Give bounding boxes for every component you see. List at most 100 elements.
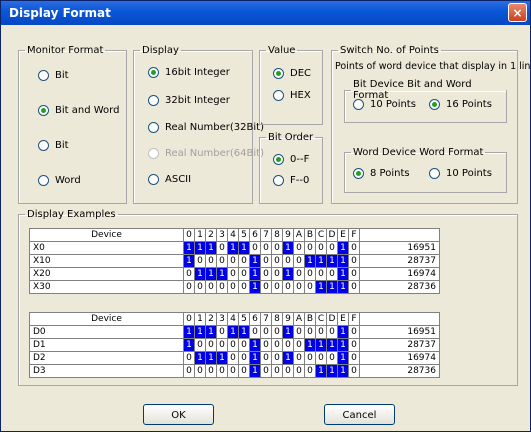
value-cell: 28737 (359, 338, 440, 352)
bit-cell: 0 (271, 241, 283, 255)
bit-cell: 0 (271, 351, 283, 365)
bit-cell: 0 (216, 338, 228, 352)
bit-order-option-f-0[interactable]: F--0 (273, 175, 309, 186)
bit-cell: 0 (183, 364, 195, 378)
title-bar[interactable]: Display Format × (1, 1, 530, 25)
bit-cell: 0 (238, 364, 250, 378)
bit-column-header: 6 (249, 312, 261, 326)
table-row: D1 1 0 0 0 0 0 1 0 0 0 0 1 1 1 1 0 28737 (29, 338, 440, 352)
bit-cell: 0 (315, 351, 327, 365)
bit-cell: 1 (205, 267, 217, 281)
bit-column-header: 6 (249, 228, 261, 242)
table-row: D2 0 1 1 1 0 0 1 0 0 1 0 0 0 0 1 0 16974 (29, 351, 440, 365)
word-device-option-10-points[interactable]: 10 Points (429, 168, 492, 179)
radio-icon (273, 175, 284, 186)
bit-column-header: 0 (183, 312, 195, 326)
table-header-row: Device 0 1 2 3 4 5 6 7 8 9 A B C D E F (29, 228, 440, 242)
bit-column-header: D (326, 312, 338, 326)
display-option-real-number-32bit[interactable]: Real Number(32Bit) (148, 122, 264, 133)
device-cell: X0 (29, 241, 184, 255)
value-option-dec[interactable]: DEC (273, 68, 311, 79)
monitor-format-option-bit-and-word[interactable]: Bit and Word (38, 105, 119, 116)
value-group: Value (259, 45, 323, 125)
monitor-format-option-bit-2[interactable]: Bit (38, 140, 69, 151)
bit-cell: 0 (293, 267, 305, 281)
bit-cell: 1 (337, 241, 349, 255)
bit-column-header: 8 (271, 312, 283, 326)
device-cell: X20 (29, 267, 184, 281)
bit-cell: 1 (249, 338, 261, 352)
bit-column-header: D (326, 228, 338, 242)
bit-cell: 0 (271, 267, 283, 281)
value-legend: Value (268, 45, 296, 56)
radio-icon (38, 175, 49, 186)
bit-cell: 0 (205, 338, 217, 352)
table-header-row: Device 0 1 2 3 4 5 6 7 8 9 A B C D E F (29, 312, 440, 326)
bit-cell: 0 (205, 364, 217, 378)
bit-cell: 1 (282, 351, 294, 365)
bit-column-header: C (315, 228, 327, 242)
value-cell: 16951 (359, 325, 440, 339)
bit-device-option-10-points[interactable]: 10 Points (353, 99, 416, 110)
bit-cell: 0 (216, 241, 228, 255)
bit-column-header: B (304, 312, 316, 326)
table-row: D0 1 1 1 0 1 1 0 0 0 1 0 0 0 0 1 0 16951 (29, 325, 440, 339)
bit-device-legend: Bit Device Bit and Word Format (353, 79, 472, 101)
bit-column-header: B (304, 228, 316, 242)
display-examples-legend: Display Examples (27, 209, 116, 220)
value-option-hex[interactable]: HEX (273, 90, 311, 101)
bit-cell: 0 (304, 351, 316, 365)
bit-cell: 0 (326, 267, 338, 281)
close-button[interactable]: × (508, 3, 527, 22)
bit-device-option-16-points[interactable]: 16 Points (429, 99, 492, 110)
bit-cell: 0 (194, 280, 206, 294)
bit-cell: 0 (271, 338, 283, 352)
bit-cell: 1 (282, 241, 294, 255)
monitor-format-option-bit[interactable]: Bit (38, 70, 69, 81)
table-row: X30 0 0 0 0 0 0 1 0 0 0 0 0 1 1 1 0 28736 (29, 280, 440, 294)
bit-cell: 0 (227, 364, 239, 378)
bit-cell: 0 (260, 351, 272, 365)
bit-cell: 0 (260, 325, 272, 339)
bit-cell: 1 (205, 351, 217, 365)
value-cell: 16974 (359, 267, 440, 281)
bit-cell: 0 (348, 267, 360, 281)
ok-button[interactable]: OK (143, 404, 214, 425)
value-cell: 16951 (359, 241, 440, 255)
table-row: X10 1 0 0 0 0 0 1 0 0 0 0 1 1 1 1 0 28737 (29, 254, 440, 268)
bit-cell: 1 (249, 364, 261, 378)
bit-column-header: 7 (260, 228, 272, 242)
bit-cell: 1 (194, 241, 206, 255)
bit-order-option-0-f[interactable]: 0--F (273, 154, 309, 165)
display-option-16bit-integer[interactable]: 16bit Integer (148, 67, 230, 78)
bit-column-header: A (293, 312, 305, 326)
bit-column-header: 5 (238, 228, 250, 242)
word-device-option-8-points[interactable]: 8 Points (353, 168, 410, 179)
bit-cell: 0 (238, 267, 250, 281)
bit-cell: 1 (227, 325, 239, 339)
bit-column-header: E (337, 312, 349, 326)
bit-cell: 0 (348, 351, 360, 365)
monitor-format-option-word[interactable]: Word (38, 175, 81, 186)
bit-cell: 1 (249, 280, 261, 294)
bit-cell: 0 (304, 325, 316, 339)
cancel-button[interactable]: Cancel (324, 404, 395, 425)
bit-cell: 0 (216, 325, 228, 339)
bit-cell: 1 (249, 267, 261, 281)
radio-selected-icon (38, 105, 49, 116)
bit-cell: 1 (205, 325, 217, 339)
bit-cell: 1 (238, 241, 250, 255)
bit-cell: 0 (348, 364, 360, 378)
device-cell: X30 (29, 280, 184, 294)
bit-cell: 0 (227, 280, 239, 294)
bit-cell: 1 (337, 254, 349, 268)
monitor-format-legend: Monitor Format (27, 45, 104, 56)
bit-cell: 0 (282, 280, 294, 294)
bit-cell: 0 (216, 254, 228, 268)
display-option-32bit-integer[interactable]: 32bit Integer (148, 95, 230, 106)
bit-cell: 0 (271, 325, 283, 339)
bit-cell: 0 (348, 325, 360, 339)
bit-column-header: E (337, 228, 349, 242)
display-option-ascii[interactable]: ASCII (148, 174, 191, 185)
radio-icon (38, 70, 49, 81)
